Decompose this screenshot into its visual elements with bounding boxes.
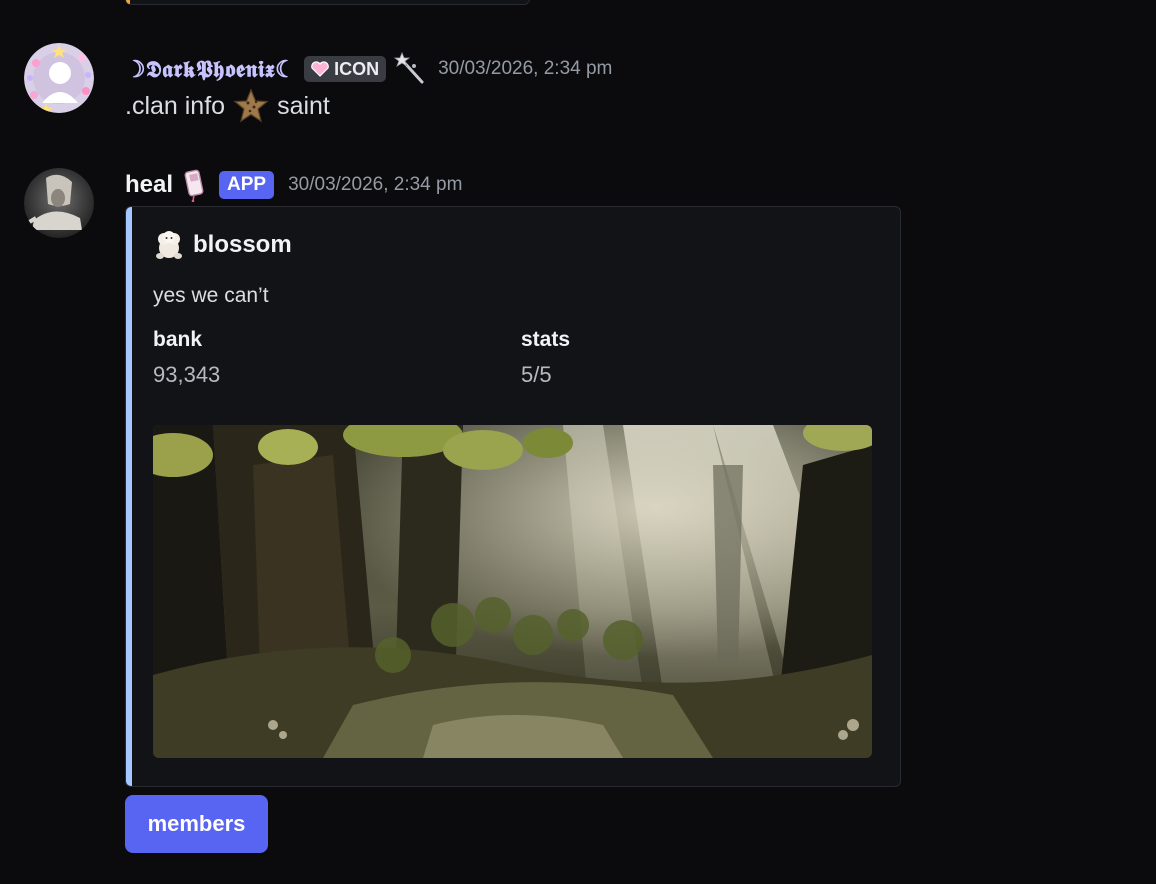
avatar-darkphoenix-icon [24, 43, 94, 113]
message-text-before: .clan info [125, 91, 226, 120]
embed-description: yes we can’t [153, 284, 269, 307]
forest-image [153, 425, 872, 758]
embed-author-name: blossom [193, 231, 292, 258]
field-name: stats [521, 328, 571, 351]
username[interactable]: ☽𝕯𝖆𝖗𝖐𝕻𝖍𝖔𝖊𝖓𝖎𝖝☾ [125, 56, 296, 83]
phone-icon [181, 168, 209, 202]
heart-icon [311, 61, 329, 77]
lamb-icon [156, 231, 182, 259]
field-value: 93,343 [153, 362, 221, 387]
app-badge: APP [219, 171, 275, 199]
embed-image[interactable] [153, 425, 872, 758]
message-text-after: saint [277, 91, 330, 120]
timestamp[interactable]: 30/03/2026, 2:34 pm [288, 174, 462, 196]
avatar[interactable] [24, 43, 94, 113]
embed-accent-bar [126, 207, 132, 786]
username[interactable]: heal [125, 171, 173, 199]
star-icon [233, 88, 269, 123]
role-tag[interactable]: ICON [304, 56, 387, 82]
embed-field-bank: bank 93,343 [153, 328, 220, 388]
wand-icon [394, 52, 428, 86]
field-value: 5/5 [521, 362, 552, 387]
embed: blossom yes we can’t bank 93,343 stats 5… [125, 206, 901, 787]
embed-author: blossom [153, 229, 292, 261]
message-header: heal APP 30/03/2026, 2:34 pm [125, 168, 462, 202]
field-name: bank [153, 328, 203, 351]
message-content: .clan info saint [125, 88, 330, 124]
avatar-heal-icon [24, 168, 94, 238]
avatar[interactable] [24, 168, 94, 238]
embed-field-stats: stats 5/5 [521, 328, 570, 388]
role-tag-label: ICON [334, 58, 380, 79]
message-header: ☽𝕯𝖆𝖗𝖐𝕻𝖍𝖔𝖊𝖓𝖎𝖝☾ ICON 30/03/2026, 2:34 pm [125, 52, 612, 86]
members-button[interactable]: members [125, 795, 268, 853]
previous-embed-edge [125, 0, 530, 5]
timestamp[interactable]: 30/03/2026, 2:34 pm [438, 58, 612, 80]
